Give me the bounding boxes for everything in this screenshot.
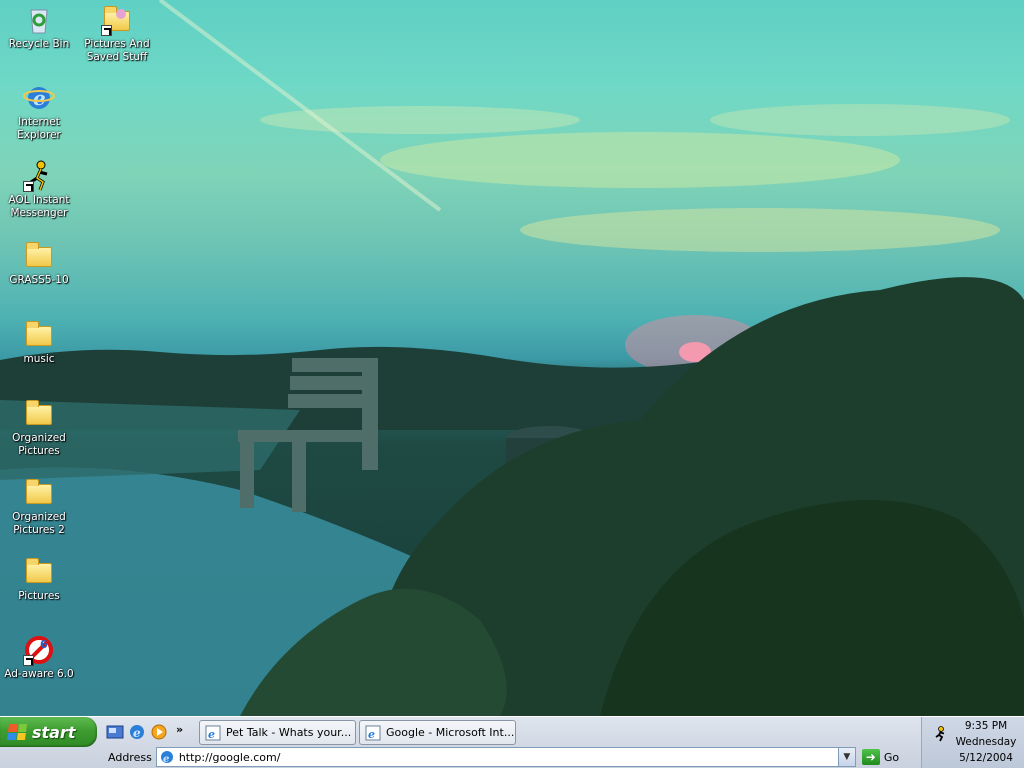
icon-label-line1: Organized [12, 511, 66, 523]
desktop-icon-organized-pictures-2[interactable]: Organized Pictures 2 [0, 477, 78, 537]
desktop-icon-ad-aware[interactable]: 6 Ad-aware 6.0 [0, 634, 78, 681]
svg-text:e: e [133, 726, 141, 740]
go-label: Go [883, 750, 900, 764]
clock-time: 9:35 PM [964, 720, 1008, 732]
internet-explorer-icon: e [365, 725, 381, 741]
icon-label-line2: Messenger [10, 207, 68, 219]
quick-launch-bar: e » [106, 723, 183, 741]
icon-label-line1: AOL Instant [8, 194, 70, 206]
svg-text:e: e [368, 728, 375, 741]
address-input[interactable] [178, 750, 819, 764]
desktop-icon-organized-pictures[interactable]: Organized Pictures [0, 398, 78, 458]
start-button[interactable]: start [0, 717, 97, 747]
icon-label: Pictures [18, 590, 60, 602]
icon-label-line2: Explorer [17, 129, 61, 141]
icon-label-line2: Pictures 2 [13, 524, 65, 536]
folder-icon [23, 477, 55, 509]
clock-date: 5/12/2004 [959, 752, 1013, 764]
svg-text:e: e [33, 86, 46, 110]
svg-text:e: e [208, 728, 215, 741]
desktop-icon-aol-instant-messenger[interactable]: AOL Instant Messenger [0, 160, 78, 220]
shortcut-arrow-icon [23, 181, 34, 192]
desktop-icon-recycle-bin[interactable]: Recycle Bin [0, 4, 78, 51]
desktop-wallpaper [0, 0, 1024, 716]
internet-explorer-icon[interactable]: e [128, 723, 146, 741]
show-desktop-icon[interactable] [106, 723, 124, 741]
desktop-icon-pictures[interactable]: Pictures [0, 556, 78, 603]
desktop-icon-music[interactable]: music [0, 319, 78, 366]
system-tray: 9:35 PM Wednesday 5/12/2004 [921, 717, 1024, 768]
start-label: start [32, 722, 76, 742]
recycle-bin-icon [23, 4, 55, 36]
pictures-folder-icon [101, 4, 133, 36]
address-label: Address [108, 750, 152, 764]
folder-icon [23, 240, 55, 272]
icon-label-line2: Pictures [18, 445, 60, 457]
task-label: Google - Microsoft Int... [386, 726, 515, 739]
internet-explorer-icon: e [23, 82, 55, 114]
icon-label-line1: Pictures And [84, 38, 150, 50]
svg-text:6: 6 [40, 638, 48, 651]
icon-label-line2: Saved Stuff [86, 51, 148, 63]
address-toolbar: Address e ▼ ➜ Go [108, 747, 899, 767]
svg-text:e: e [163, 754, 169, 765]
clock-day: Wednesday [955, 736, 1017, 748]
shortcut-arrow-icon [101, 25, 112, 36]
aim-running-man-icon [23, 160, 55, 192]
icon-label: Recycle Bin [8, 38, 70, 50]
go-arrow-icon: ➜ [861, 749, 880, 765]
wallpaper-scene [0, 0, 1024, 716]
address-bar: e ▼ [155, 747, 856, 767]
internet-explorer-icon: e [205, 725, 221, 741]
aim-tray-icon[interactable] [932, 726, 948, 742]
taskbar-button-pet-talk[interactable]: e Pet Talk - Whats your... [199, 720, 356, 745]
folder-icon [23, 398, 55, 430]
icon-label-line1: Organized [12, 432, 66, 444]
desktop-icon-grass5-10[interactable]: GRASS5-10 [0, 240, 78, 287]
icon-label: GRASS5-10 [9, 274, 69, 286]
taskbar: start e » e Pet Talk - Whats your... e G… [0, 716, 1024, 768]
desktop-icon-internet-explorer[interactable]: e Internet Explorer [0, 82, 78, 142]
shortcut-arrow-icon [23, 655, 34, 666]
folder-icon [23, 556, 55, 588]
go-button[interactable]: ➜ Go [861, 749, 900, 765]
address-dropdown-chevron-down-icon[interactable]: ▼ [837, 748, 855, 766]
quick-launch-overflow-chevron[interactable]: » [176, 723, 183, 736]
ad-aware-icon: 6 [23, 634, 55, 666]
desktop-icon-pictures-and-saved-stuff[interactable]: Pictures And Saved Stuff [78, 4, 156, 64]
task-label: Pet Talk - Whats your... [226, 726, 352, 739]
internet-explorer-icon: e [160, 751, 173, 765]
taskbar-button-google[interactable]: e Google - Microsoft Int... [359, 720, 516, 745]
media-player-icon[interactable] [150, 723, 168, 741]
folder-icon [23, 319, 55, 351]
icon-label: Ad-aware 6.0 [4, 668, 74, 680]
icon-label-line1: Internet [18, 116, 60, 128]
windows-flag-icon [6, 724, 28, 740]
clock[interactable]: 9:35 PM Wednesday 5/12/2004 [950, 718, 1022, 766]
icon-label: music [23, 353, 55, 365]
